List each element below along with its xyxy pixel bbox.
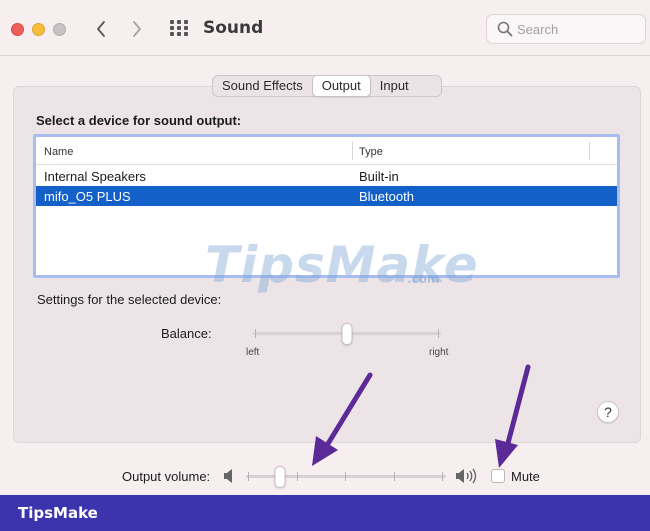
forward-button[interactable]: [124, 15, 150, 43]
column-divider: [589, 142, 590, 160]
zoom-window-button[interactable]: [53, 23, 66, 36]
balance-right-label: right: [429, 347, 449, 358]
speaker-low-icon: [224, 469, 232, 483]
footer-brand: TipsMake: [18, 504, 98, 522]
minimize-window-button[interactable]: [32, 23, 45, 36]
table-row-selected[interactable]: mifo_O5 PLUS Bluetooth: [36, 186, 617, 206]
back-button[interactable]: [88, 15, 114, 43]
device-type: Bluetooth: [359, 189, 414, 204]
show-all-button[interactable]: [168, 17, 190, 39]
device-name: Internal Speakers: [44, 169, 146, 184]
search-field[interactable]: [486, 14, 646, 44]
device-settings-label: Settings for the selected device:: [37, 292, 222, 307]
output-volume-slider[interactable]: [246, 465, 446, 489]
output-volume-label: Output volume:: [122, 469, 211, 484]
balance-label: Balance:: [161, 326, 212, 341]
mute-label[interactable]: Mute: [511, 469, 540, 484]
output-device-table[interactable]: Name Type Internal Speakers Built-in mif…: [33, 134, 620, 278]
balance-slider[interactable]: [253, 322, 441, 346]
footer-banner: TipsMake: [0, 495, 650, 531]
help-button[interactable]: ?: [597, 401, 619, 423]
window-titlebar: Sound: [0, 0, 650, 56]
slider-tick: [394, 472, 395, 481]
tab-input[interactable]: Input: [371, 76, 418, 96]
close-window-button[interactable]: [11, 23, 24, 36]
table-row[interactable]: Internal Speakers Built-in: [36, 166, 617, 186]
speaker-high-icon: [456, 468, 477, 484]
column-divider: [352, 142, 353, 160]
chevron-right-icon: [133, 21, 141, 37]
column-header-name[interactable]: Name: [44, 146, 73, 158]
window-title: Sound: [203, 18, 264, 38]
tab-sound-effects[interactable]: Sound Effects: [213, 76, 312, 96]
device-name: mifo_O5 PLUS: [44, 189, 131, 204]
slider-tick: [438, 329, 439, 338]
device-type: Built-in: [359, 169, 399, 184]
search-icon: [497, 21, 513, 37]
mute-checkbox[interactable]: [491, 469, 505, 483]
search-input[interactable]: [517, 20, 639, 38]
slider-tick: [345, 472, 346, 481]
volume-slider-knob[interactable]: [274, 466, 286, 488]
grid-icon: [170, 20, 188, 36]
slider-tick: [297, 472, 298, 481]
slider-tick: [255, 329, 256, 338]
chevron-left-icon: [97, 21, 105, 37]
balance-left-label: left: [246, 347, 260, 358]
slider-tick: [248, 472, 249, 481]
balance-slider-knob[interactable]: [341, 323, 353, 345]
tab-bar: Sound Effects Output Input: [212, 75, 442, 97]
tab-output[interactable]: Output: [311, 75, 371, 97]
slider-tick: [442, 472, 443, 481]
device-list-heading: Select a device for sound output:: [36, 113, 242, 128]
table-header: Name Type: [36, 137, 617, 165]
column-header-type[interactable]: Type: [359, 146, 383, 158]
